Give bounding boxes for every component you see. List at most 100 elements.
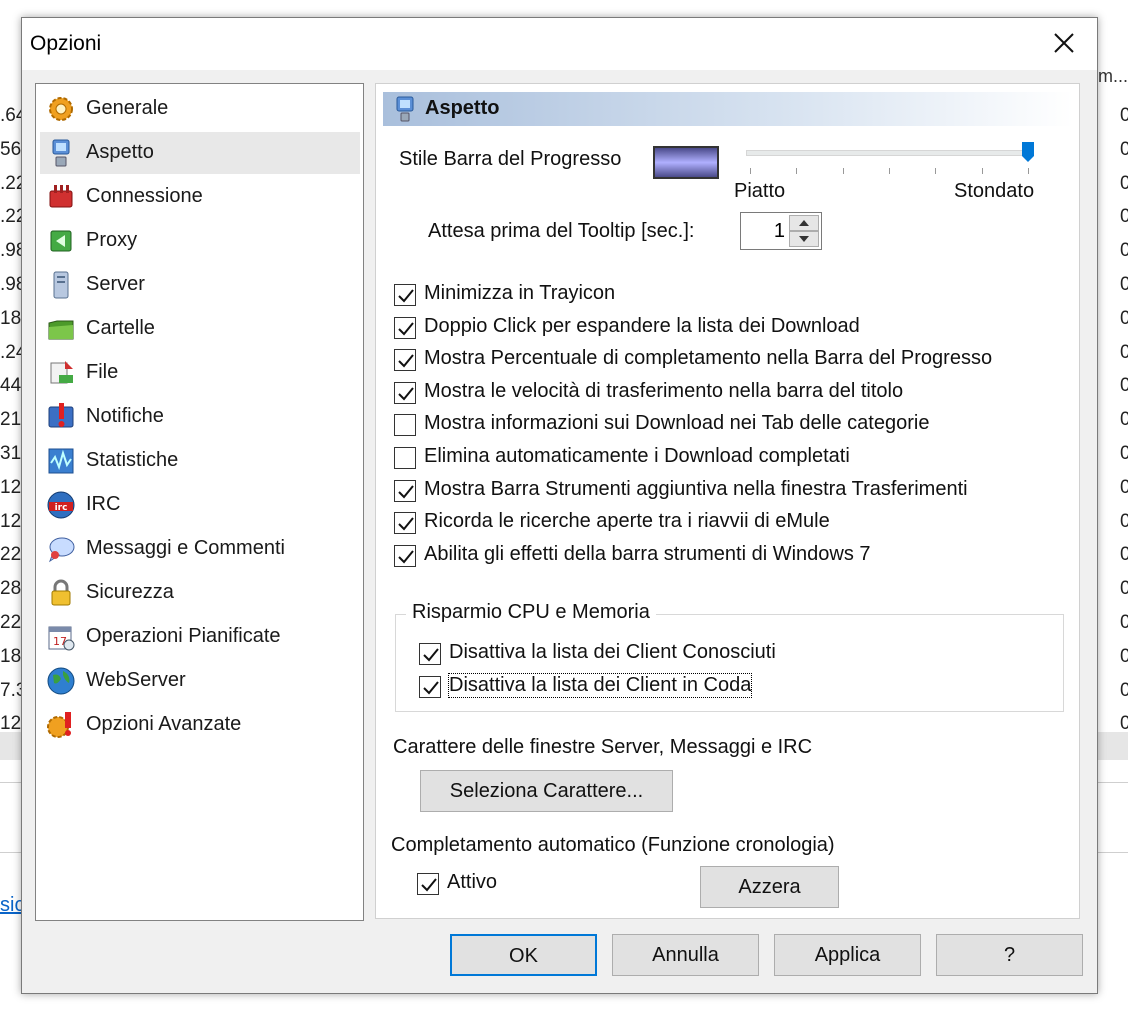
sidebar-item-label: File (86, 361, 119, 383)
sidebar-item-label: Connessione (86, 185, 203, 207)
sidebar: Generale Aspetto Connessione Proxy Server Car… (35, 83, 364, 921)
messages-icon (48, 537, 75, 563)
background-scrollbar (1096, 732, 1128, 760)
font-label: Carattere delle finestre Server, Messagg… (393, 736, 813, 758)
slider-tick (842, 168, 844, 174)
background-cell: 44. (0, 375, 22, 397)
ok-button-label: OK (509, 945, 538, 967)
sidebar-item-operazioni-pianificate[interactable]: 17 Operazioni Pianificate (40, 616, 360, 658)
sidebar-item-irc[interactable]: irc IRC (40, 484, 360, 526)
autocomplete-label: Completamento automatico (Funzione crono… (391, 834, 835, 856)
sidebar-item-label: IRC (86, 493, 121, 515)
checkbox-box[interactable] (394, 284, 416, 306)
help-button[interactable]: ? (936, 934, 1083, 976)
close-button[interactable] (1031, 18, 1097, 70)
checkbox-box[interactable] (394, 381, 416, 404)
checkbox-box[interactable] (419, 643, 441, 665)
checkbox-label: Doppio Click per espandere la lista dei … (424, 314, 860, 337)
background-cell: 28. (0, 578, 22, 600)
background-cell: 0 (1120, 206, 1128, 228)
apply-button[interactable]: Applica (774, 934, 921, 976)
ok-button[interactable]: OK (450, 934, 597, 976)
background-cell: 0 (1120, 679, 1128, 701)
background-link[interactable]: sic (0, 894, 22, 917)
background-divider (0, 852, 22, 853)
sidebar-item-webserver[interactable]: WebServer (40, 660, 360, 702)
background-cell: 0 (1120, 307, 1128, 329)
sidebar-item-opzioni-avanzate[interactable]: Opzioni Avanzate (40, 704, 360, 746)
checkmark-icon (398, 517, 414, 531)
background-cell: 56. (0, 138, 22, 160)
reset-button-label: Azzera (738, 876, 801, 898)
background-cell: 0 (1120, 375, 1128, 397)
cancel-button[interactable]: Annulla (612, 934, 759, 976)
background-cell: 215 (0, 409, 22, 431)
checkbox-box[interactable] (394, 512, 416, 535)
sidebar-item-label: Statistiche (86, 449, 179, 471)
slider-track (746, 150, 1030, 156)
checkbox-box[interactable] (394, 447, 416, 469)
sidebar-item-label: Cartelle (86, 317, 155, 339)
checkbox-label: Disattiva la lista dei Client in Coda (447, 672, 753, 698)
background-cell: 0 (1120, 612, 1128, 633)
sidebar-item-sicurezza[interactable]: Sicurezza (40, 572, 360, 614)
checkbox-label: Attivo (447, 871, 498, 893)
background-cell: .22 (0, 172, 22, 194)
background-cell: 0 (1120, 341, 1128, 363)
slider-max-label: Stondato (954, 180, 1035, 202)
background-cell: .22 (0, 206, 22, 228)
settings-panel: Aspetto Stile Barra del Progresso Piatto… (375, 83, 1080, 919)
progress-style-slider[interactable] (746, 142, 1034, 178)
checkbox-box[interactable] (394, 316, 416, 339)
proxy-icon (50, 230, 72, 252)
select-font-button[interactable]: Seleziona Carattere... (420, 770, 673, 812)
sidebar-item-notifiche[interactable]: Notifiche (40, 396, 360, 438)
background-cell: 0 (1120, 409, 1128, 431)
sidebar-item-file[interactable]: File (40, 352, 360, 394)
calendar-icon: 17 (48, 626, 75, 651)
sidebar-item-cartelle[interactable]: Cartelle (40, 308, 360, 350)
tooltip-delay-value[interactable]: 1 (774, 220, 785, 243)
checkbox-box[interactable] (394, 414, 416, 437)
tooltip-delay-spinner[interactable]: 1 (740, 212, 822, 250)
select-font-button-label: Seleziona Carattere... (449, 780, 644, 802)
background-cell: 126 (0, 476, 22, 498)
sidebar-item-messaggi-e-commenti[interactable]: Messaggi e Commenti (40, 528, 360, 570)
title-bar: Opzioni (22, 18, 1097, 70)
reset-button[interactable]: Azzera (700, 866, 839, 908)
sidebar-item-server[interactable]: Server (40, 264, 360, 306)
server-icon (53, 271, 69, 299)
close-icon (1054, 33, 1074, 53)
slider-thumb[interactable] (1022, 142, 1034, 162)
sidebar-item-statistiche[interactable]: Statistiche (40, 440, 360, 482)
checkbox-box[interactable] (394, 349, 416, 372)
checkbox-box[interactable] (394, 544, 416, 567)
checkbox-label: Disattiva la lista dei Client Conosciuti (449, 641, 776, 663)
progress-style-preview (653, 146, 719, 179)
slider-tick (981, 168, 983, 174)
background-cell: .98 (0, 274, 22, 295)
checkbox-box[interactable] (394, 479, 416, 502)
statistics-icon (48, 448, 74, 474)
background-cell: 184 (0, 307, 22, 329)
sidebar-item-label: Operazioni Pianificate (86, 625, 281, 647)
spin-down-button[interactable] (789, 231, 819, 247)
spin-up-button[interactable] (789, 215, 819, 231)
checkbox-box[interactable] (417, 873, 439, 895)
advanced-gear-icon (47, 712, 71, 738)
background-cell: 0 (1120, 105, 1128, 126)
background-cell: 228 (0, 612, 22, 633)
checkmark-icon (398, 289, 414, 303)
sidebar-item-proxy[interactable]: Proxy (40, 220, 360, 262)
checkmark-icon (398, 484, 414, 499)
checkbox-box[interactable] (419, 675, 441, 698)
spinner-buttons (789, 215, 819, 247)
background-cell: .98 (0, 240, 22, 262)
sidebar-item-label: Server (86, 273, 145, 295)
gear-icon (49, 97, 73, 121)
sidebar-item-generale[interactable]: Generale (40, 88, 360, 130)
background-cell: 0 (1120, 578, 1128, 600)
sidebar-item-aspetto[interactable]: Aspetto (40, 132, 360, 174)
sidebar-item-connessione[interactable]: Connessione (40, 176, 360, 218)
tooltip-delay-label: Attesa prima del Tooltip [sec.]: (428, 220, 695, 242)
